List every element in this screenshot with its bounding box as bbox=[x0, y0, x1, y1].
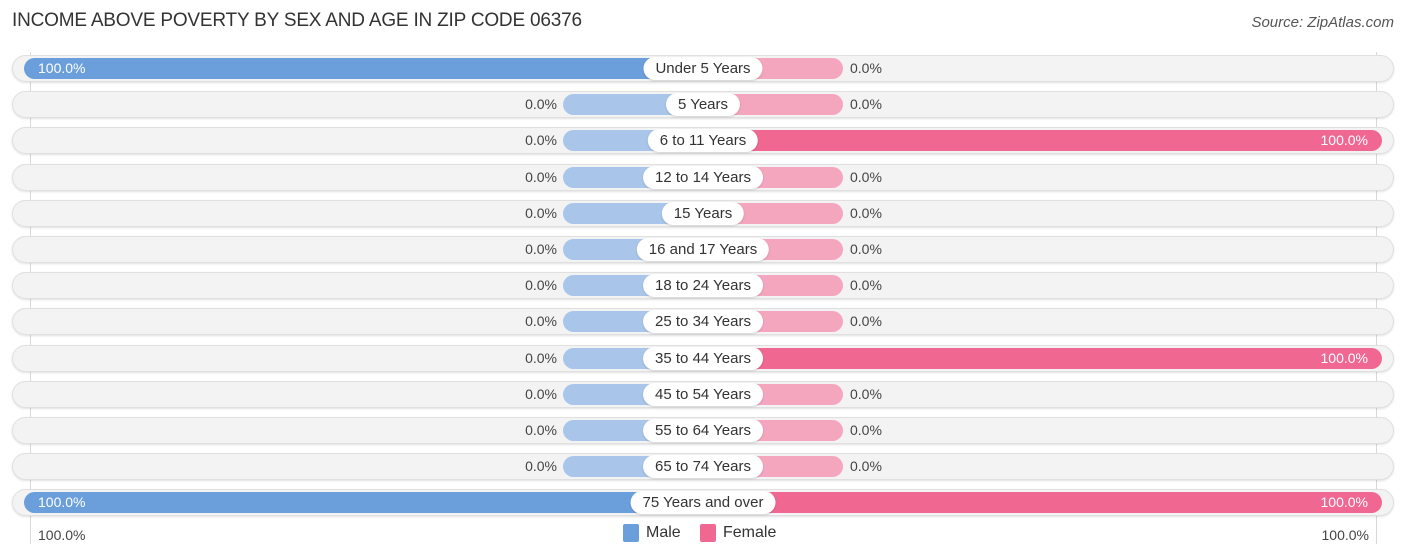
category-label: Under 5 Years bbox=[643, 57, 763, 80]
male-value-label: 0.0% bbox=[525, 132, 557, 149]
legend-label-male: Male bbox=[646, 524, 681, 541]
female-value-label: 0.0% bbox=[850, 168, 882, 185]
female-value-label: 100.0% bbox=[1320, 349, 1368, 366]
female-value-label: 0.0% bbox=[850, 277, 882, 294]
male-value-label: 0.0% bbox=[525, 349, 557, 366]
male-value-label: 0.0% bbox=[525, 204, 557, 221]
legend-label-female: Female bbox=[723, 524, 777, 541]
legend-item-male: Male bbox=[623, 524, 681, 542]
male-value-label: 0.0% bbox=[525, 277, 557, 294]
category-label: 12 to 14 Years bbox=[643, 165, 763, 189]
male-swatch bbox=[623, 524, 639, 542]
female-value-label: 0.0% bbox=[850, 458, 882, 475]
male-value-label: 0.0% bbox=[525, 458, 557, 475]
axis-label-left: 100.0% bbox=[38, 527, 86, 543]
female-bar bbox=[703, 492, 1382, 514]
category-label: 15 Years bbox=[661, 201, 745, 225]
male-value-label: 0.0% bbox=[525, 168, 557, 185]
male-bar bbox=[24, 492, 703, 514]
male-value-label: 0.0% bbox=[525, 96, 557, 113]
female-bar bbox=[703, 130, 1382, 152]
category-label: 18 to 24 Years bbox=[643, 274, 763, 298]
male-value-label: 0.0% bbox=[525, 385, 557, 402]
chart-area: 100.0% 0.0% Under 5 Years 0.0% 0.0% 5 Years 0.… bbox=[0, 0, 1406, 559]
male-value-label: 0.0% bbox=[525, 313, 557, 330]
category-label: 65 to 74 Years bbox=[643, 455, 763, 479]
category-label: 75 Years and over bbox=[630, 491, 776, 515]
female-value-label: 0.0% bbox=[850, 385, 882, 402]
category-label: 25 to 34 Years bbox=[643, 310, 763, 334]
axis-label-right: 100.0% bbox=[1321, 527, 1369, 543]
male-value-label: 100.0% bbox=[38, 494, 86, 511]
female-value-label: 0.0% bbox=[850, 204, 882, 221]
category-label: 6 to 11 Years bbox=[647, 129, 759, 153]
female-value-label: 0.0% bbox=[850, 60, 882, 76]
male-value-label: 0.0% bbox=[525, 422, 557, 438]
female-value-label: 100.0% bbox=[1320, 132, 1368, 149]
male-value-label: 0.0% bbox=[525, 241, 557, 257]
category-label: 5 Years bbox=[665, 93, 741, 117]
legend-item-female: Female bbox=[700, 524, 776, 542]
male-value-label: 100.0% bbox=[38, 60, 86, 76]
female-bar bbox=[703, 347, 1382, 369]
category-label: 45 to 54 Years bbox=[643, 382, 763, 406]
female-value-label: 0.0% bbox=[850, 422, 882, 438]
female-swatch bbox=[700, 524, 716, 542]
female-value-label: 0.0% bbox=[850, 313, 882, 330]
female-value-label: 0.0% bbox=[850, 241, 882, 257]
male-bar bbox=[24, 58, 703, 79]
female-value-label: 0.0% bbox=[850, 96, 882, 113]
category-label: 55 to 64 Years bbox=[643, 419, 763, 442]
female-value-label: 100.0% bbox=[1320, 494, 1368, 511]
legend: Male Female bbox=[0, 524, 1406, 546]
category-label: 35 to 44 Years bbox=[643, 346, 763, 370]
category-label: 16 and 17 Years bbox=[636, 238, 770, 261]
